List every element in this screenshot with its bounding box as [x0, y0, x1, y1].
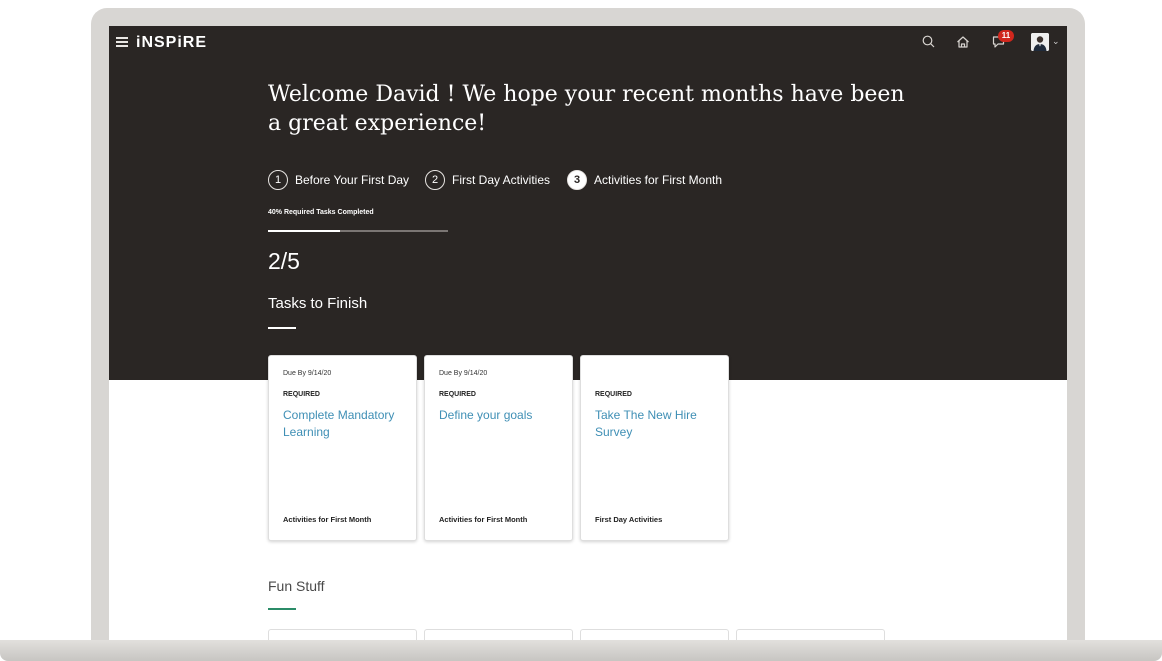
menu-icon[interactable]: [116, 37, 128, 47]
home-icon[interactable]: [955, 34, 971, 50]
required-label: REQUIRED: [439, 391, 476, 398]
heading-underline: [268, 327, 296, 329]
task-title-link[interactable]: Complete Mandatory Learning: [283, 407, 407, 441]
fun-stuff-heading: Fun Stuff: [268, 578, 325, 594]
task-phase: Activities for First Month: [283, 515, 372, 524]
laptop-base: [0, 640, 1162, 661]
task-title-link[interactable]: Take The New Hire Survey: [595, 407, 719, 441]
step-label: Before Your First Day: [295, 173, 410, 187]
search-icon[interactable]: [921, 34, 937, 50]
required-label: REQUIRED: [283, 391, 320, 398]
app-screen: iNSPiRE 11 ⌄ Welcome David ! We hope you…: [109, 26, 1067, 640]
fun-card[interactable]: [580, 629, 729, 640]
step-number: 1: [268, 170, 288, 190]
step-number: 2: [425, 170, 445, 190]
fun-card[interactable]: [736, 629, 885, 640]
task-card-define-goals[interactable]: Due By 9/14/20 REQUIRED Define your goal…: [424, 355, 573, 541]
due-date: Due By 9/14/20: [283, 370, 332, 377]
avatar[interactable]: [1031, 33, 1049, 51]
progress-fill: [268, 230, 340, 232]
hero-banner: iNSPiRE 11 ⌄ Welcome David ! We hope you…: [109, 26, 1067, 380]
task-card-mandatory-learning[interactable]: Due By 9/14/20 REQUIRED Complete Mandato…: [268, 355, 417, 541]
welcome-message: Welcome David ! We hope your recent mont…: [268, 82, 905, 136]
fun-card[interactable]: [424, 629, 573, 640]
user-icon: [1031, 33, 1049, 51]
progress-label: 40% Required Tasks Completed: [268, 209, 374, 216]
top-navigation-bar: iNSPiRE 11 ⌄: [109, 26, 1067, 62]
progress-bar: [268, 230, 448, 232]
task-count: 2/5: [268, 248, 300, 274]
heading-underline: [268, 608, 296, 610]
task-phase: First Day Activities: [595, 515, 663, 524]
tasks-heading: Tasks to Finish: [268, 295, 368, 312]
step-number: 3: [567, 170, 587, 190]
due-date: Due By 9/14/20: [439, 370, 488, 377]
step-label: Activities for First Month: [594, 173, 723, 187]
task-card-new-hire-survey[interactable]: REQUIRED Take The New Hire Survey First …: [580, 355, 729, 541]
chevron-down-icon[interactable]: ⌄: [1052, 36, 1060, 47]
task-title-link[interactable]: Define your goals: [439, 407, 563, 424]
fun-card[interactable]: [268, 629, 417, 640]
required-label: REQUIRED: [595, 391, 632, 398]
brand-logo[interactable]: iNSPiRE: [136, 34, 207, 52]
task-phase: Activities for First Month: [439, 515, 528, 524]
notification-badge: 11: [998, 30, 1014, 42]
step-label: First Day Activities: [452, 173, 551, 187]
